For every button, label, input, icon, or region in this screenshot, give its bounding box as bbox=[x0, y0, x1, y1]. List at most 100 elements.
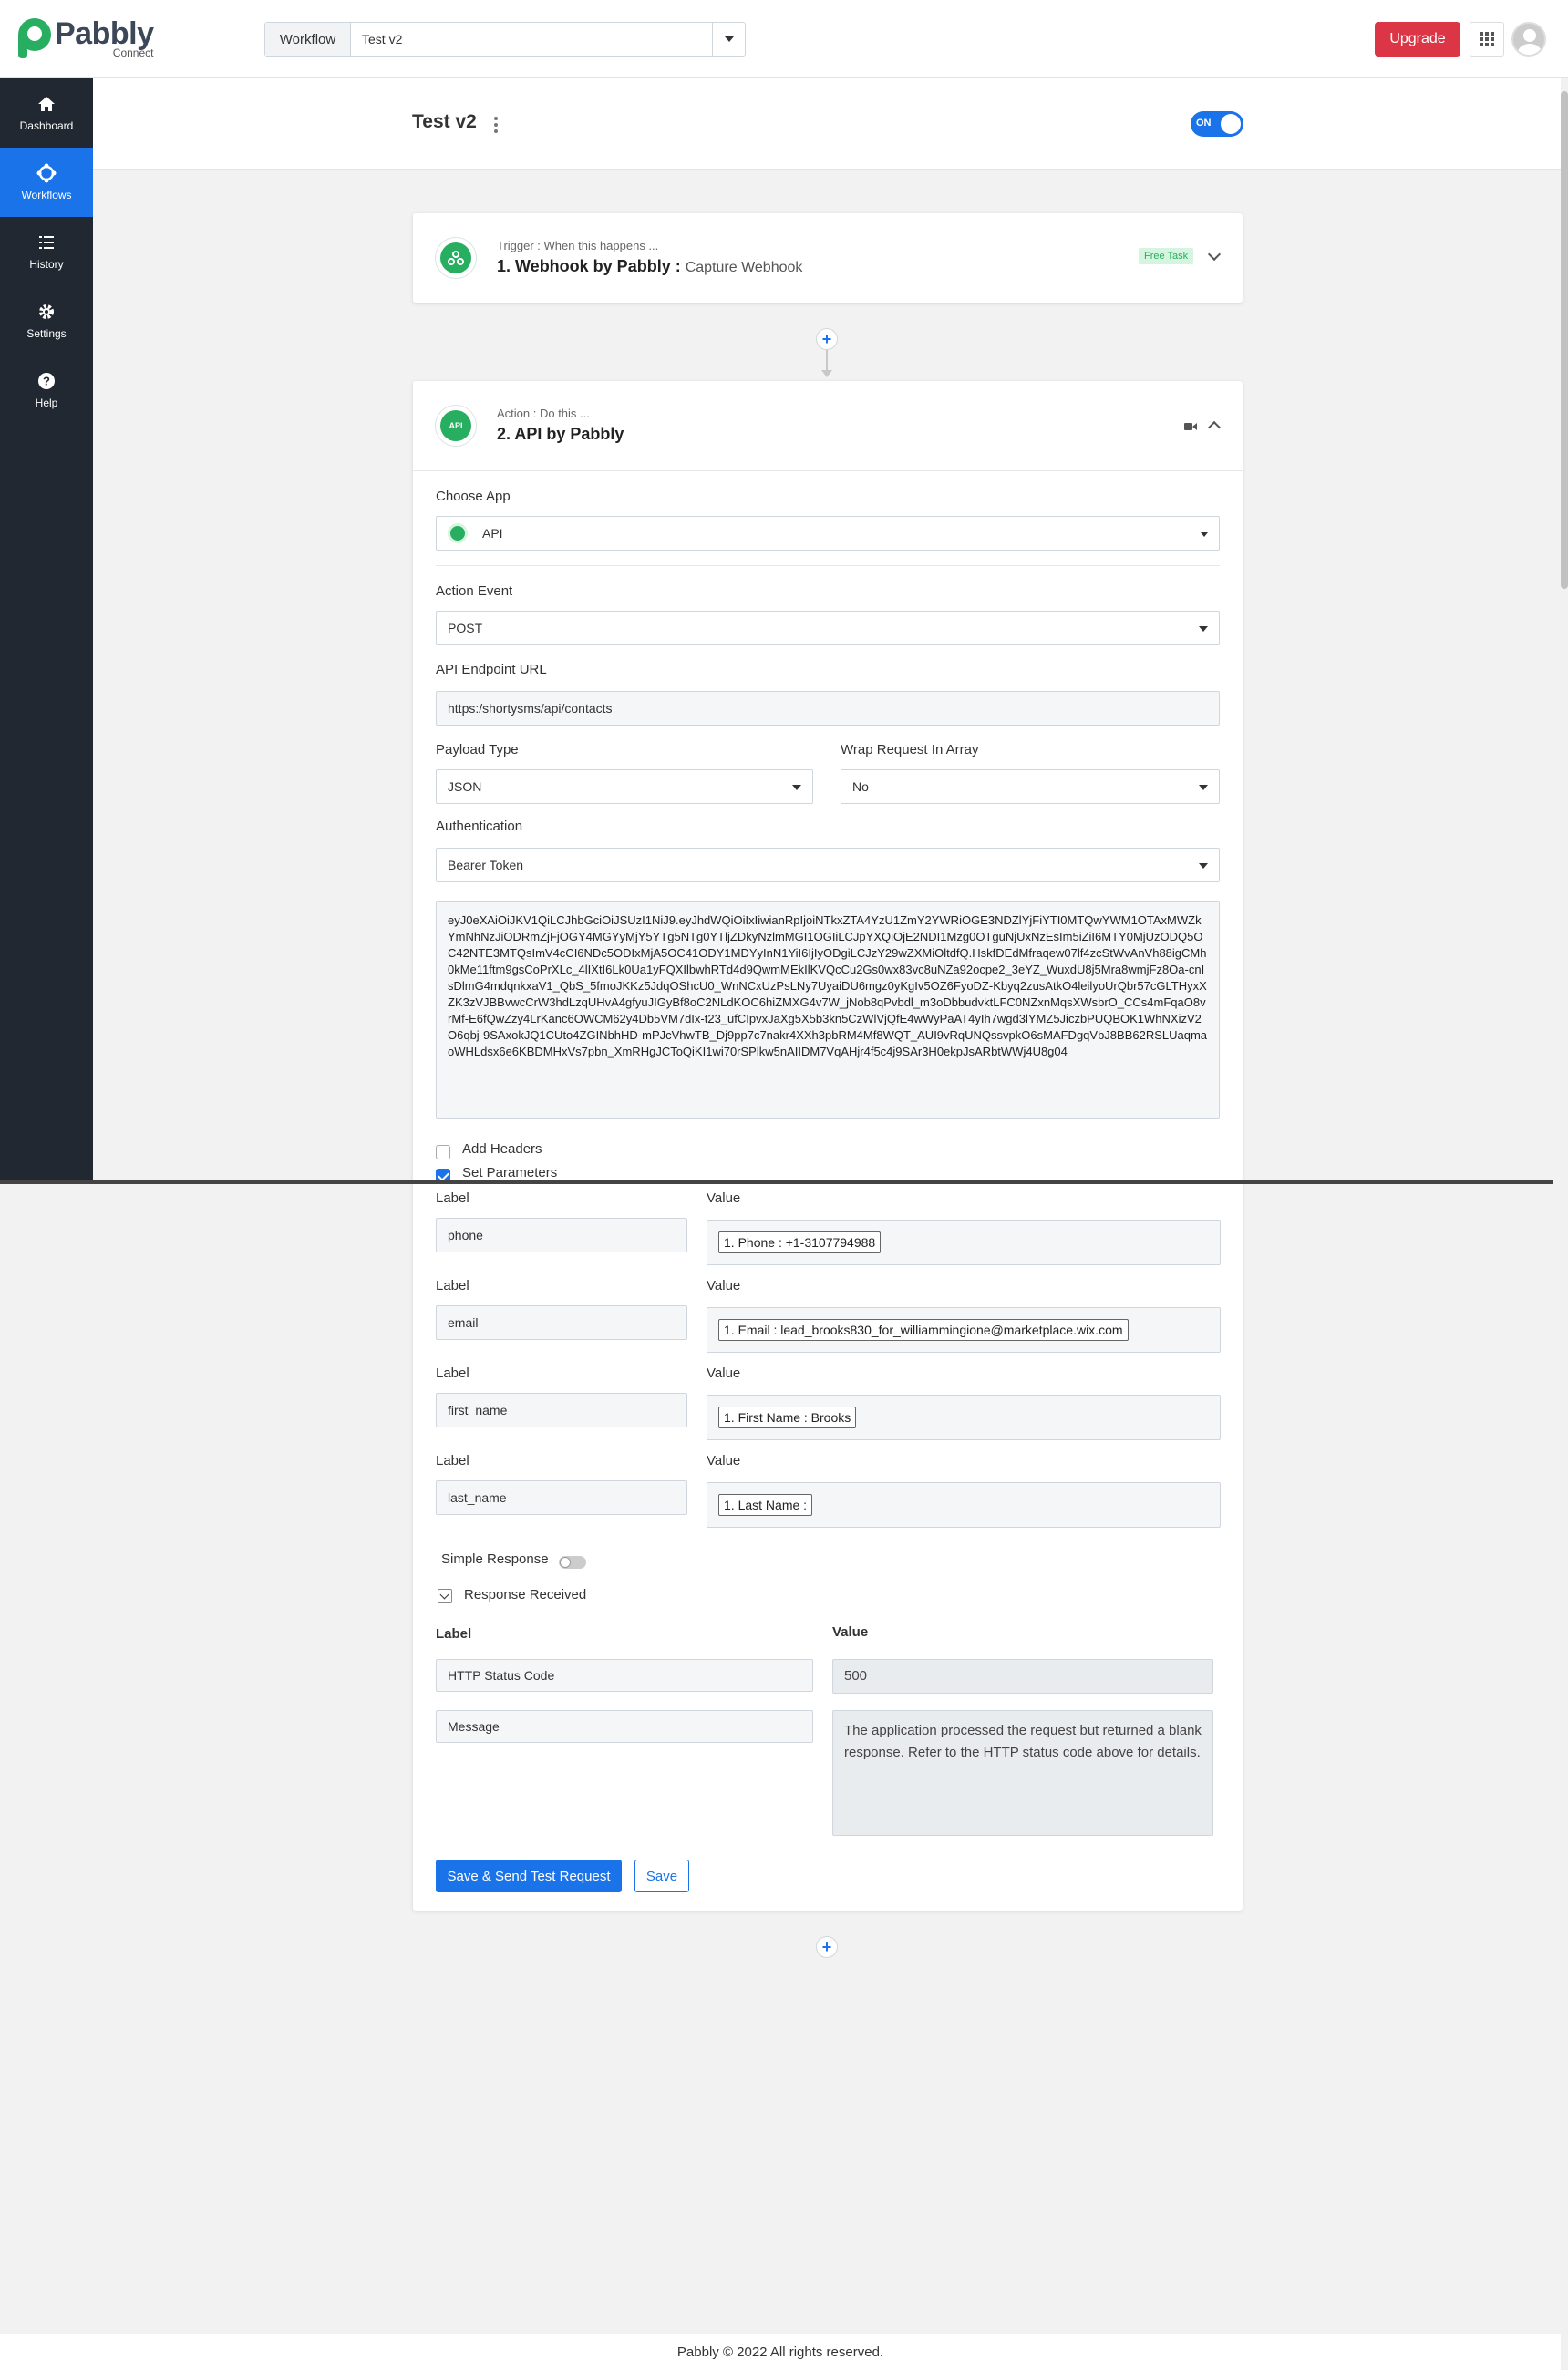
apps-grid-icon bbox=[1480, 32, 1494, 46]
gear-icon bbox=[36, 302, 57, 322]
param-label-input[interactable]: email bbox=[436, 1305, 687, 1340]
sidebar-item-label: Dashboard bbox=[19, 119, 74, 132]
param-label-header: Label bbox=[436, 1190, 469, 1206]
param-value-field[interactable]: 1. Email : lead_brooks830_for_williammin… bbox=[707, 1307, 1221, 1353]
workflow-select-value[interactable]: Test v2 bbox=[351, 23, 712, 56]
page-title[interactable]: Test v2 bbox=[412, 111, 477, 133]
bearer-token-textarea[interactable]: eyJ0eXAiOiJKV1QiLCJhbGciOiJSUzI1NiJ9.eyJ… bbox=[436, 901, 1220, 1119]
param-value-header: Value bbox=[707, 1190, 741, 1206]
choose-app-select[interactable]: API bbox=[436, 516, 1220, 551]
simple-response-toggle[interactable] bbox=[559, 1556, 586, 1569]
authentication-select[interactable]: Bearer Token bbox=[436, 848, 1220, 882]
help-icon: ? bbox=[36, 371, 57, 391]
endpoint-url-value: https:/shortysms/api/contacts bbox=[448, 701, 613, 716]
api-mini-icon bbox=[448, 523, 468, 543]
param-label-input[interactable]: phone bbox=[436, 1218, 687, 1252]
workflow-header: Test v2 ON bbox=[93, 78, 1561, 170]
wrap-request-label: Wrap Request In Array bbox=[841, 742, 979, 757]
save-send-test-button[interactable]: Save & Send Test Request bbox=[436, 1860, 622, 1892]
param-label-header: Label bbox=[436, 1453, 469, 1468]
workflow-icon bbox=[36, 163, 57, 183]
param-value-pill[interactable]: 1. Phone : +1-3107794988 bbox=[718, 1231, 882, 1253]
param-label-input[interactable]: first_name bbox=[436, 1393, 687, 1427]
endpoint-url-input[interactable]: https:/shortysms/api/contacts bbox=[436, 691, 1220, 726]
action-step-card: API Action : Do this ... 2. API by Pabbl… bbox=[413, 381, 1243, 1911]
response-received-toggle[interactable] bbox=[438, 1589, 452, 1603]
choose-app-value: API bbox=[482, 526, 503, 541]
sidebar-item-workflows[interactable]: Workflows bbox=[0, 148, 93, 217]
param-value-header: Value bbox=[707, 1453, 741, 1468]
chevron-up-icon[interactable] bbox=[1207, 420, 1222, 435]
simple-response-label: Simple Response bbox=[441, 1551, 549, 1567]
chevron-down-icon[interactable] bbox=[712, 23, 745, 56]
apps-grid-button[interactable] bbox=[1470, 22, 1504, 57]
divider bbox=[413, 470, 1243, 471]
svg-text:?: ? bbox=[43, 375, 50, 388]
param-value-field[interactable]: 1. Last Name : bbox=[707, 1482, 1221, 1528]
sidebar-item-label: Workflows bbox=[21, 189, 72, 201]
trigger-subtitle: Capture Webhook bbox=[685, 260, 803, 275]
add-step-button[interactable]: + bbox=[816, 328, 838, 350]
sidebar-item-settings[interactable]: Settings bbox=[0, 286, 93, 356]
workflow-select[interactable]: Workflow Test v2 bbox=[264, 22, 746, 57]
logo-text: Pabbly bbox=[55, 16, 154, 51]
upgrade-button[interactable]: Upgrade bbox=[1375, 22, 1460, 57]
payload-type-label: Payload Type bbox=[436, 742, 519, 757]
status-code-value[interactable]: 500 bbox=[832, 1659, 1213, 1694]
footer: Pabbly © 2022 All rights reserved. bbox=[0, 2334, 1561, 2370]
sidebar-item-dashboard[interactable]: Dashboard bbox=[0, 78, 93, 148]
sidebar-item-history[interactable]: History bbox=[0, 217, 93, 286]
scrollbar-thumb[interactable] bbox=[1561, 91, 1568, 589]
chevron-down-icon[interactable] bbox=[1207, 247, 1222, 262]
authentication-label: Authentication bbox=[436, 819, 523, 834]
param-value-field[interactable]: 1. Phone : +1-3107794988 bbox=[707, 1220, 1221, 1265]
workflow-select-label: Workflow bbox=[265, 23, 351, 56]
add-headers-checkbox[interactable] bbox=[436, 1145, 450, 1159]
payload-type-value: JSON bbox=[448, 779, 482, 794]
message-label-input[interactable]: Message bbox=[436, 1710, 813, 1743]
set-parameters-label: Set Parameters bbox=[462, 1165, 558, 1180]
param-value-pill[interactable]: 1. Last Name : bbox=[718, 1494, 813, 1516]
trigger-kicker: Trigger : When this happens ... bbox=[497, 239, 659, 252]
response-label-header: Label bbox=[436, 1626, 472, 1642]
param-label-header: Label bbox=[436, 1278, 469, 1293]
workflow-toggle[interactable]: ON bbox=[1191, 111, 1243, 137]
param-label-input[interactable]: last_name bbox=[436, 1480, 687, 1515]
free-task-badge: Free Task bbox=[1139, 248, 1194, 264]
toggle-label: ON bbox=[1196, 118, 1212, 129]
sidebar-item-label: Settings bbox=[26, 327, 67, 340]
webhook-icon bbox=[435, 237, 477, 279]
api-icon: API bbox=[435, 405, 477, 447]
avatar[interactable] bbox=[1511, 22, 1546, 57]
sidebar-item-label: Help bbox=[35, 397, 58, 409]
status-code-label-input[interactable]: HTTP Status Code bbox=[436, 1659, 813, 1692]
top-header: Pabbly Connect Workflow Test v2 Upgrade bbox=[0, 0, 1568, 78]
message-value[interactable]: The application processed the request bu… bbox=[832, 1710, 1213, 1836]
response-received-label: Response Received bbox=[464, 1587, 587, 1602]
param-value-pill[interactable]: 1. First Name : Brooks bbox=[718, 1407, 857, 1428]
choose-app-label: Choose App bbox=[436, 489, 511, 504]
screenshot-seam bbox=[0, 1180, 1553, 1184]
param-value-field[interactable]: 1. First Name : Brooks bbox=[707, 1395, 1221, 1440]
param-label-header: Label bbox=[436, 1365, 469, 1381]
wrap-request-value: No bbox=[852, 779, 869, 794]
action-kicker: Action : Do this ... bbox=[497, 407, 590, 420]
divider bbox=[436, 565, 1220, 566]
sidebar: Dashboard Workflows History Settings ? H… bbox=[0, 78, 93, 1180]
connector-line bbox=[826, 350, 828, 370]
add-step-button[interactable]: + bbox=[816, 1936, 838, 1958]
action-event-select[interactable]: POST bbox=[436, 611, 1220, 645]
action-event-label: Action Event bbox=[436, 583, 513, 599]
more-options-icon[interactable] bbox=[494, 117, 498, 133]
sidebar-item-help[interactable]: ? Help bbox=[0, 356, 93, 425]
trigger-step-card[interactable]: Trigger : When this happens ... 1. Webho… bbox=[413, 213, 1243, 303]
payload-type-select[interactable]: JSON bbox=[436, 769, 813, 804]
save-button[interactable]: Save bbox=[634, 1860, 689, 1892]
pabbly-logo-icon bbox=[18, 18, 51, 58]
arrow-down-icon bbox=[821, 370, 832, 377]
video-icon[interactable] bbox=[1184, 419, 1197, 430]
param-value-pill[interactable]: 1. Email : lead_brooks830_for_williammin… bbox=[718, 1319, 1129, 1341]
wrap-request-select[interactable]: No bbox=[841, 769, 1220, 804]
pabbly-logo[interactable]: Pabbly Connect bbox=[18, 16, 154, 58]
sidebar-item-label: History bbox=[29, 258, 64, 271]
